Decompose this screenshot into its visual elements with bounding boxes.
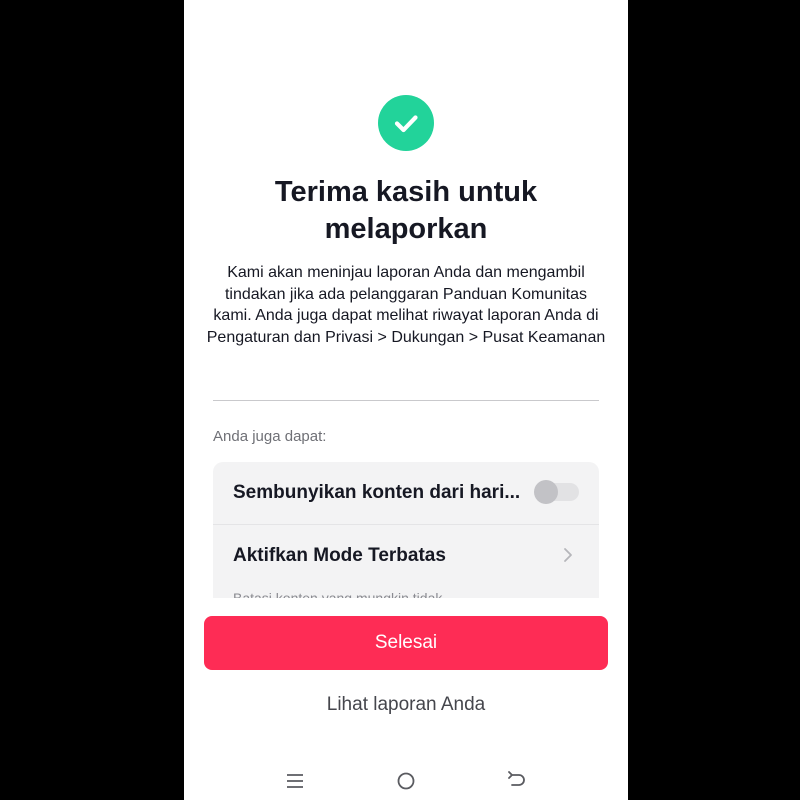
options-list: Sembunyikan konten dari hari... Aktifkan… [213,462,599,598]
page-title: Terima kasih untuk melaporkan [274,176,538,245]
option-restricted-mode[interactable]: Aktifkan Mode Terbatas [213,525,599,587]
confirmation-description: Kami akan meninjau laporan Anda dan meng… [206,264,606,346]
back-icon[interactable] [502,766,532,796]
hide-content-toggle[interactable] [534,480,579,504]
option-subtitle: Batasi konten yang mungkin tidak... [233,590,455,598]
option-label: Aktifkan Mode Terbatas [233,545,446,566]
system-navigation-bar [184,760,628,800]
divider [213,400,599,401]
section-label: Anda juga dapat: [213,428,327,445]
chevron-right-icon [564,548,572,562]
check-circle-icon [378,95,434,151]
home-circle-icon[interactable] [391,766,421,796]
report-confirmation-screen: Terima kasih untuk melaporkan Kami akan … [184,0,628,800]
checkmark-icon [394,115,418,133]
done-button[interactable]: Selesai [204,616,608,670]
view-reports-link[interactable]: Lihat laporan Anda [204,690,608,720]
toggle-knob [534,480,558,504]
option-label: Sembunyikan konten dari hari... [233,482,521,503]
option-hide-content[interactable]: Sembunyikan konten dari hari... [213,462,599,525]
menu-icon[interactable] [280,766,310,796]
